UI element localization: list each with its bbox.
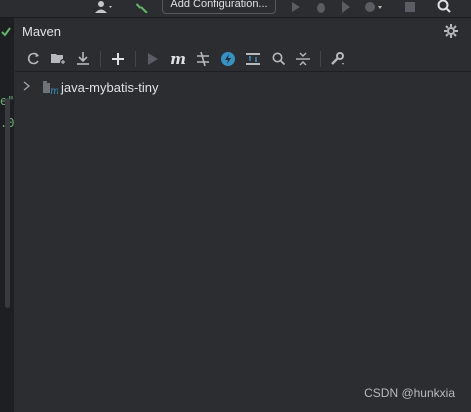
editor-gutter: e" .0 [0, 18, 15, 412]
show-dependencies-icon[interactable] [242, 48, 264, 70]
maven-goal-icon[interactable]: m [167, 48, 189, 70]
svg-text:m: m [50, 86, 58, 95]
reload-icon[interactable] [22, 48, 44, 70]
maven-module-icon: m [42, 79, 59, 97]
maven-toolbar: m [15, 46, 471, 72]
gear-icon[interactable] [444, 24, 458, 38]
editor-scrollbar[interactable] [5, 98, 10, 308]
maven-project-tree: m java-mybatis-tiny [15, 74, 471, 412]
collapse-all-icon[interactable] [292, 48, 314, 70]
plus-icon[interactable] [107, 48, 129, 70]
watermark: CSDN @hunkxia [364, 386, 455, 400]
toolbar-separator [135, 50, 136, 67]
tree-row-java-mybatis-tiny[interactable]: m java-mybatis-tiny [15, 77, 471, 97]
build-hammer-icon[interactable] [134, 0, 150, 14]
settings-wrench-icon[interactable] [327, 48, 349, 70]
search-everywhere-icon[interactable] [436, 0, 452, 14]
add-folder-icon[interactable] [47, 48, 69, 70]
tree-item-label: java-mybatis-tiny [61, 79, 159, 95]
run-icon[interactable] [289, 0, 303, 14]
panel-header: Maven [15, 18, 471, 45]
checkmark-icon [1, 24, 11, 42]
profile-icon[interactable] [363, 0, 385, 14]
chevron-right-icon[interactable] [23, 80, 37, 94]
download-icon[interactable] [72, 48, 94, 70]
debug-icon[interactable] [314, 0, 328, 14]
toolbar-separator [320, 50, 321, 67]
maven-tool-window: Maven m java-mybatis-tiny [15, 18, 471, 412]
panel-title: Maven [22, 24, 62, 39]
skip-tests-icon[interactable] [192, 48, 214, 70]
ide-top-toolbar: Add Configuration... [0, 0, 471, 18]
coverage-icon[interactable] [339, 0, 353, 14]
toolbar-separator [100, 50, 101, 67]
stop-icon[interactable] [404, 0, 416, 14]
offline-mode-icon[interactable] [217, 48, 239, 70]
user-icon[interactable] [92, 0, 116, 14]
add-configuration-button[interactable]: Add Configuration... [162, 0, 276, 14]
run-maven-build-icon[interactable] [142, 48, 164, 70]
search-icon[interactable] [267, 48, 289, 70]
